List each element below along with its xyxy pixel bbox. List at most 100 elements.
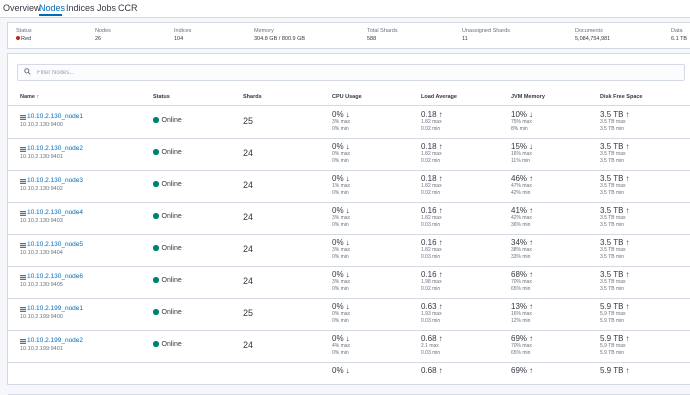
disk-metric: 5.9 TB ↑ 5.9 TB max 5.9 TB min [600, 302, 629, 324]
load-metric: 0.68 ↑ 2.1 max 0.03 min [421, 334, 443, 356]
jvm-max: 47% max [511, 183, 532, 189]
disk-max: 3.5 TB max [600, 247, 626, 253]
column-jvm-memory[interactable]: JVM Memory [511, 94, 545, 100]
server-icon [20, 243, 26, 248]
disk-min: 3.5 TB min [600, 285, 625, 292]
column-shards[interactable]: Shards [243, 94, 262, 100]
jvm-value: 15% [511, 142, 528, 151]
tab-overview[interactable]: Overview [3, 3, 41, 13]
node-shards: 24 [243, 340, 254, 350]
jvm-value: 68% [511, 270, 528, 279]
load-metric: 0.63 ↑ 1.93 max 0.03 min [421, 302, 443, 324]
nodes-value: 26 [95, 36, 102, 42]
arrow-up-icon: ↑ [529, 270, 534, 279]
node-shards: 25 [243, 116, 254, 126]
load-metric: 0.18 ↑ 1.82 max 0.02 min [421, 174, 443, 196]
load-max: 1.82 max [421, 151, 442, 157]
jvm-min: 42% min [511, 189, 531, 196]
arrow-up-icon: ↑ [529, 302, 534, 311]
cpu-max: 3% max [332, 119, 351, 125]
disk-max: 5.9 TB max [600, 343, 626, 349]
node-name-link[interactable]: 10.10.2.130_node5 [27, 241, 83, 248]
jvm-min: 33% min [511, 253, 531, 260]
cpu-min: 0% min [332, 317, 349, 324]
arrow-up-icon: ↑ [625, 302, 630, 311]
cpu-min: 0% min [332, 349, 349, 356]
online-status-icon [153, 181, 159, 187]
online-status-icon [153, 117, 159, 123]
filter-box[interactable] [17, 64, 685, 81]
disk-min: 3.5 TB min [600, 125, 625, 132]
node-status: Online [153, 341, 182, 348]
node-name-link[interactable]: 10.10.2.130_node3 [27, 177, 83, 184]
column-cpu-usage[interactable]: CPU Usage [332, 94, 362, 100]
cpu-min: 0% min [332, 221, 349, 228]
disk-metric: 3.5 TB ↑ 3.5 TB max 3.5 TB min [600, 174, 629, 196]
node-name-link[interactable]: 10.10.2.130_node4 [27, 209, 83, 216]
cpu-metric: 0% ↓ 3% max 0% min [332, 206, 350, 228]
tab-indices[interactable]: Indices [66, 3, 95, 13]
total-shards-value: 588 [367, 36, 377, 42]
cpu-metric: 0% ↓ 1% max 0% min [332, 174, 350, 196]
jvm-metric: 41% ↑ 42% max 36% min [511, 206, 533, 228]
jvm-metric: 69% ↑ 70% max 65% min [511, 334, 533, 356]
disk-metric: 3.5 TB ↑ 3.5 TB max 3.5 TB min [600, 238, 629, 260]
jvm-metric: 46% ↑ 47% max 42% min [511, 174, 533, 196]
arrow-up-icon: ↑ [438, 110, 443, 119]
node-shards: 25 [243, 308, 254, 318]
tab-nodes[interactable]: Nodes [39, 3, 65, 13]
disk-max: 3.5 TB max [600, 119, 626, 125]
disk-value: 3.5 TB [600, 206, 624, 215]
load-max: 1.82 max [421, 119, 442, 125]
tab-ccr[interactable]: CCR [118, 3, 138, 13]
node-name-link[interactable]: 10.10.2.130_node6 [27, 273, 83, 280]
online-status-icon [153, 245, 159, 251]
cpu-metric: 0% ↓ 3% max 0% min [332, 110, 350, 132]
column-status[interactable]: Status [153, 94, 170, 100]
node-address: 10.10.2.130:9405 [20, 282, 63, 288]
node-address: 10.10.2.130:9401 [20, 154, 63, 160]
node-name-link[interactable]: 10.10.2.130_node1 [27, 113, 83, 120]
online-status-icon [153, 213, 159, 219]
disk-value: 5.9 TB [600, 302, 624, 311]
arrow-up-icon: ↑ [625, 110, 630, 119]
node-shards: 24 [243, 244, 254, 254]
jvm-metric: 15% ↓ 16% max 11% min [511, 142, 533, 164]
arrow-up-icon: ↑ [438, 206, 443, 215]
column-disk-free-space[interactable]: Disk Free Space [600, 94, 643, 100]
load-min: 0.03 min [421, 349, 441, 356]
cpu-min: 0% min [332, 253, 349, 260]
summary-unassigned-shards: Unassigned Shards 11 [462, 28, 510, 42]
node-name-link[interactable]: 10.10.2.199_node2 [27, 337, 83, 344]
node-name-link[interactable]: 10.10.2.199_node1 [27, 305, 83, 312]
jvm-value: 34% [511, 238, 528, 247]
arrow-down-icon: ↓ [345, 238, 350, 247]
arrow-down-icon: ↓ [345, 206, 350, 215]
jvm-min: 65% min [511, 349, 531, 356]
column-name[interactable]: Name ↑ [20, 94, 39, 100]
memory-label: Memory [254, 28, 274, 34]
status-value: Red [21, 36, 32, 42]
load-value: 0.18 [421, 174, 437, 183]
jvm-metric: 13% ↑ 16% max 12% min [511, 302, 533, 324]
table-row: 10.10.2.130_node5 10.10.2.130:9404 Onlin… [8, 234, 690, 267]
nodes-panel: Name ↑ Status Shards CPU Usage Load Aver… [7, 53, 690, 395]
column-load-average[interactable]: Load Average [421, 94, 457, 100]
online-status-icon [153, 309, 159, 315]
cpu-max: 4% max [332, 343, 351, 349]
node-name-link[interactable]: 10.10.2.130_node2 [27, 145, 83, 152]
tab-jobs[interactable]: Jobs [97, 3, 116, 13]
server-icon [20, 147, 26, 152]
arrow-up-icon: ↑ [625, 270, 630, 279]
arrow-up-icon: ↑ [438, 174, 443, 183]
summary-nodes: Nodes 26 [95, 28, 111, 42]
node-address: 10.10.2.130:9404 [20, 250, 63, 256]
cpu-value: 0% [332, 238, 344, 247]
filter-nodes-input[interactable] [35, 66, 339, 79]
status-red-icon [16, 36, 20, 40]
arrow-up-icon: ↑ [529, 238, 534, 247]
disk-metric: 3.5 TB ↑ 3.5 TB max 3.5 TB min [600, 206, 629, 228]
sort-ascending-icon: ↑ [36, 94, 40, 100]
load-max: 1.98 max [421, 279, 442, 285]
data-label: Data [671, 28, 683, 34]
